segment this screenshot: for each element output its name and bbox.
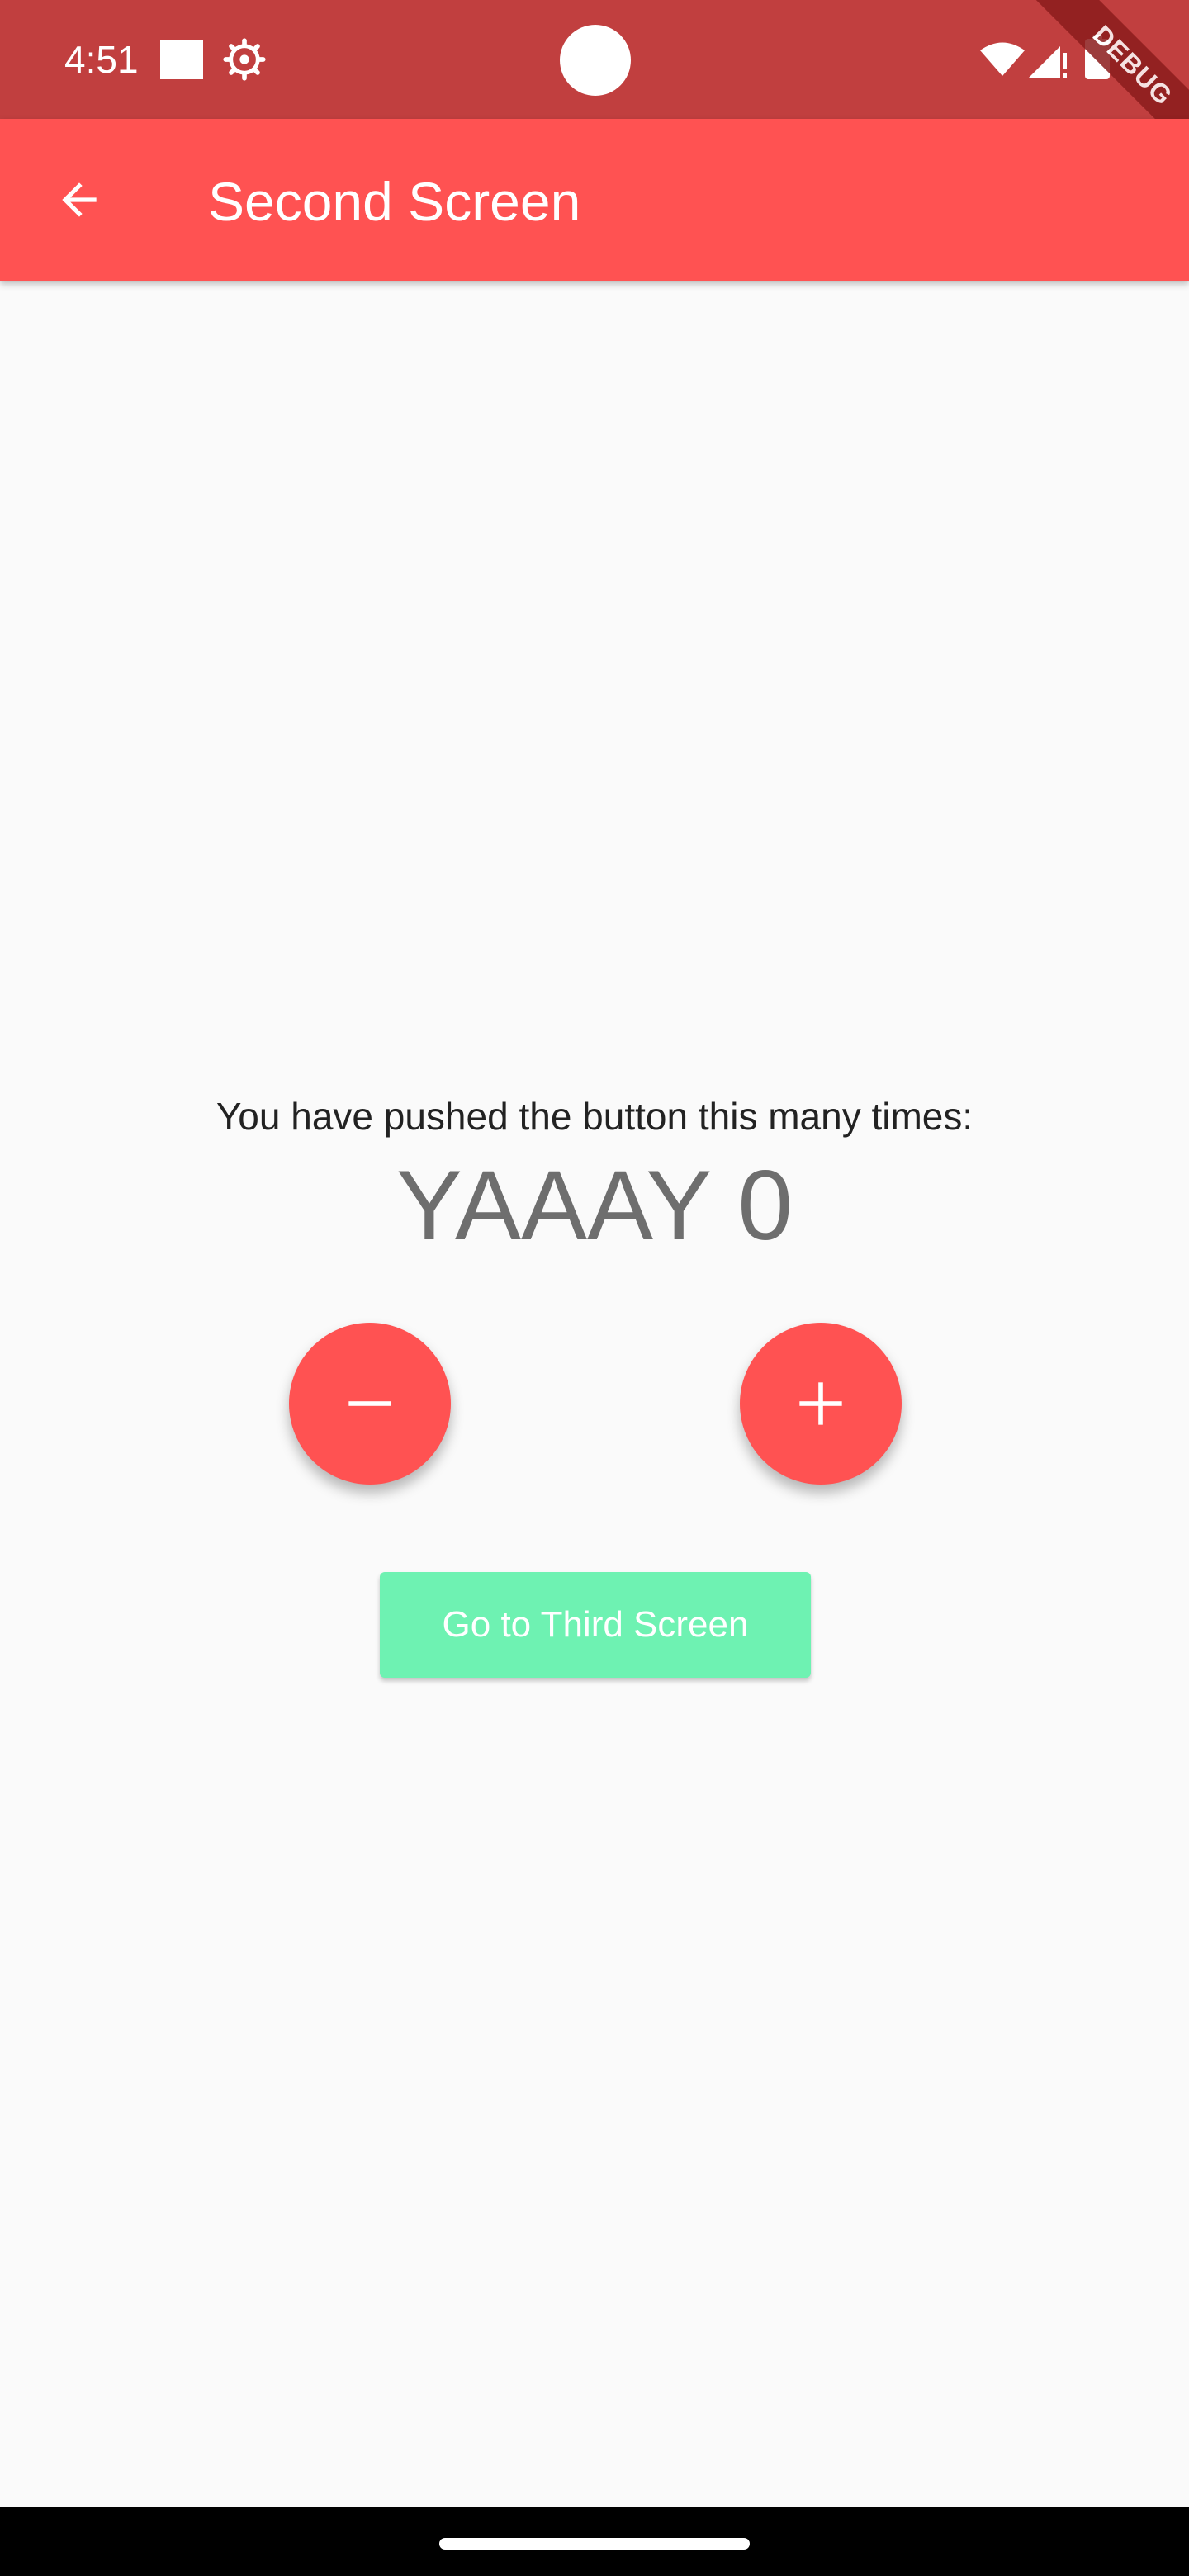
- stop-square-icon: [160, 40, 203, 79]
- increment-button[interactable]: [740, 1323, 902, 1485]
- app-bar: Second Screen: [0, 119, 1189, 281]
- navigation-bar: [0, 2507, 1189, 2576]
- counter-label: You have pushed the button this many tim…: [216, 1095, 973, 1138]
- plus-icon: [799, 1382, 842, 1425]
- decrement-button[interactable]: [289, 1323, 451, 1485]
- go-to-third-screen-button[interactable]: Go to Third Screen: [380, 1572, 811, 1678]
- page-title: Second Screen: [208, 171, 581, 232]
- status-time: 4:51: [64, 38, 139, 81]
- status-bar: 4:51: [0, 0, 1189, 119]
- arrow-back-icon: [62, 182, 97, 217]
- cell-signal-icon: [1029, 46, 1067, 78]
- counter-value: YAAAY 0: [396, 1150, 793, 1261]
- wifi-icon: [980, 42, 1025, 76]
- minus-icon: [348, 1401, 391, 1406]
- settings-gear-icon: [223, 38, 266, 81]
- app-screen: 4:51 DEBUG Second Screen You have pushed…: [0, 0, 1189, 2576]
- back-button[interactable]: [33, 154, 126, 246]
- home-gesture-handle[interactable]: [439, 2538, 750, 2550]
- camera-cutout: [560, 25, 631, 96]
